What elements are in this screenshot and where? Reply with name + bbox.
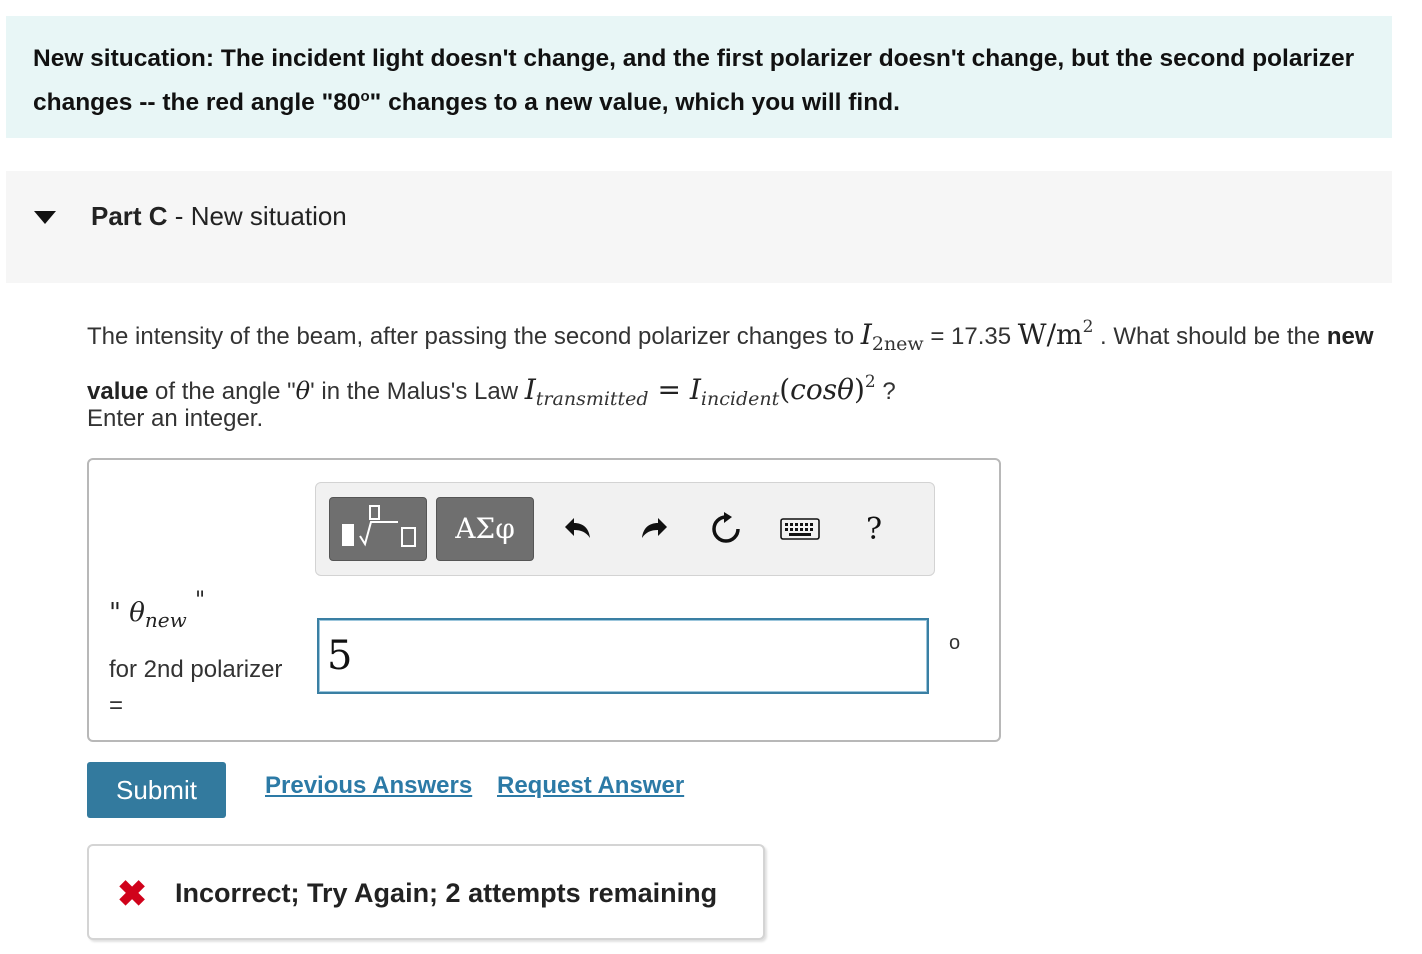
request-answer-link[interactable]: Request Answer [497, 772, 684, 800]
answer-label-text: for 2nd polarizer [109, 656, 283, 683]
intro-banner: New situcation: The incident light doesn… [6, 16, 1392, 138]
math-toolbar: ΑΣφ ? [315, 482, 935, 576]
reset-icon[interactable] [704, 505, 748, 553]
submit-button[interactable]: Submit [87, 762, 226, 818]
feedback-box: ✖ Incorrect; Try Again; 2 attempts remai… [87, 844, 765, 940]
keyboard-icon[interactable] [778, 505, 822, 553]
answer-input[interactable] [317, 618, 929, 694]
intro-text: New situcation: The incident light doesn… [33, 45, 1355, 117]
previous-answers-link[interactable]: Previous Answers [265, 772, 472, 800]
answer-label-equals: = [109, 692, 124, 719]
feedback-text: Incorrect; Try Again; 2 attempts remaini… [175, 878, 718, 908]
collapse-caret-icon[interactable] [34, 211, 56, 224]
part-title: Part C - New situation [91, 201, 347, 231]
question-text: The intensity of the beam, after passing… [87, 317, 1374, 410]
error-x-icon: ✖ [117, 873, 148, 914]
instruction: Enter an integer. [87, 405, 264, 432]
answer-box: ΑΣφ ? " θnew " for 2nd polarizer = o [87, 458, 1001, 742]
help-icon[interactable]: ? [852, 505, 896, 553]
greek-icon[interactable]: ΑΣφ [436, 497, 534, 561]
templates-icon[interactable] [329, 497, 427, 561]
degree-unit: o [949, 632, 961, 654]
part-header[interactable]: Part C - New situation [6, 171, 1392, 283]
redo-icon[interactable] [632, 505, 676, 553]
undo-icon[interactable] [556, 505, 600, 553]
answer-label-variable: " θnew " [109, 588, 206, 632]
